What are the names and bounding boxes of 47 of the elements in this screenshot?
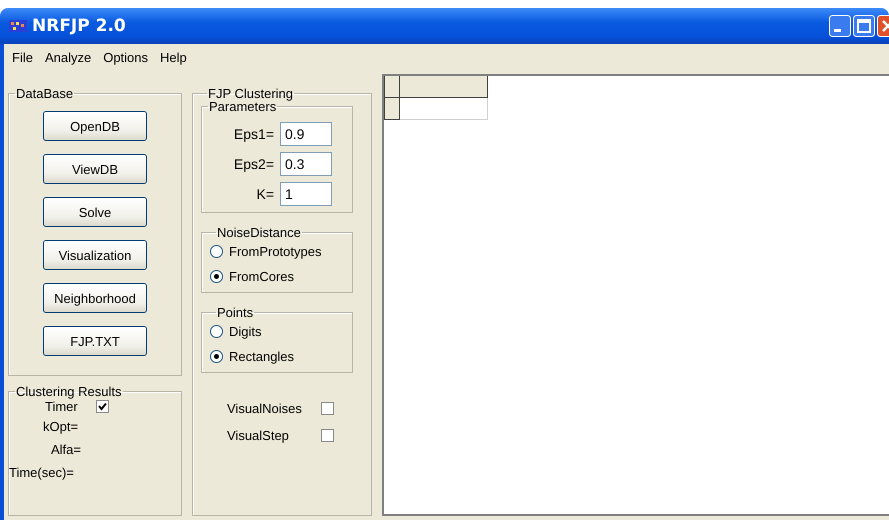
menu-item[interactable]: Options bbox=[97, 50, 154, 64]
action-button[interactable]: Neighborhood bbox=[43, 283, 147, 313]
field-label: Eps2= bbox=[234, 156, 274, 172]
checkbox[interactable] bbox=[96, 400, 109, 413]
radio-button[interactable] bbox=[210, 350, 223, 363]
radio-button[interactable] bbox=[210, 270, 223, 283]
radio-label: Rectangles bbox=[229, 349, 294, 364]
field-label: Eps1= bbox=[234, 126, 274, 142]
row-header[interactable] bbox=[384, 98, 400, 120]
checkbox-label: VisualNoises bbox=[227, 401, 303, 416]
action-button[interactable]: ViewDB bbox=[43, 154, 147, 184]
radio-label: Digits bbox=[229, 324, 262, 339]
field-label: K= bbox=[256, 186, 274, 202]
input-field[interactable]: 1 bbox=[280, 182, 332, 206]
radio-label: FromCores bbox=[229, 269, 294, 284]
group-title: Parameters bbox=[208, 99, 276, 114]
group-title: DataBase bbox=[15, 86, 74, 101]
action-button[interactable]: Visualization bbox=[43, 240, 147, 270]
input-field[interactable]: 0.9 bbox=[280, 122, 332, 146]
grid-corner-cell bbox=[384, 76, 400, 98]
radio-button[interactable] bbox=[210, 245, 223, 258]
minimize-icon[interactable] bbox=[829, 15, 851, 37]
app-icon bbox=[8, 18, 28, 34]
menu-item[interactable]: File bbox=[6, 50, 39, 64]
group-title: FJP Clustering bbox=[207, 86, 294, 101]
maximize-icon[interactable] bbox=[853, 15, 875, 37]
group-title: Clustering Results bbox=[15, 384, 122, 399]
window-title: NRFJP 2.0 bbox=[32, 16, 126, 36]
column-header[interactable] bbox=[400, 76, 488, 98]
action-button[interactable]: FJP.TXT bbox=[43, 326, 147, 356]
checkbox-label: Timer bbox=[45, 399, 78, 414]
input-field[interactable]: 0.3 bbox=[280, 152, 332, 176]
radio-label: FromPrototypes bbox=[229, 244, 322, 259]
radio-button[interactable] bbox=[210, 325, 223, 338]
result-label: Alfa= bbox=[50, 441, 82, 459]
menu-item[interactable]: Help bbox=[154, 50, 193, 64]
checkbox[interactable] bbox=[321, 429, 334, 442]
action-button[interactable]: OpenDB bbox=[43, 111, 147, 141]
grid-cell[interactable] bbox=[400, 98, 488, 120]
result-label: kOpt= bbox=[42, 418, 80, 436]
result-label: Time(sec)= bbox=[9, 464, 75, 482]
checkbox[interactable] bbox=[321, 402, 334, 415]
menu-item[interactable]: Analyze bbox=[38, 50, 98, 64]
group-title: Points bbox=[216, 305, 254, 320]
action-button[interactable]: Solve bbox=[43, 197, 147, 227]
group-title: NoiseDistance bbox=[216, 225, 302, 240]
checkbox-label: VisualStep bbox=[227, 428, 290, 443]
